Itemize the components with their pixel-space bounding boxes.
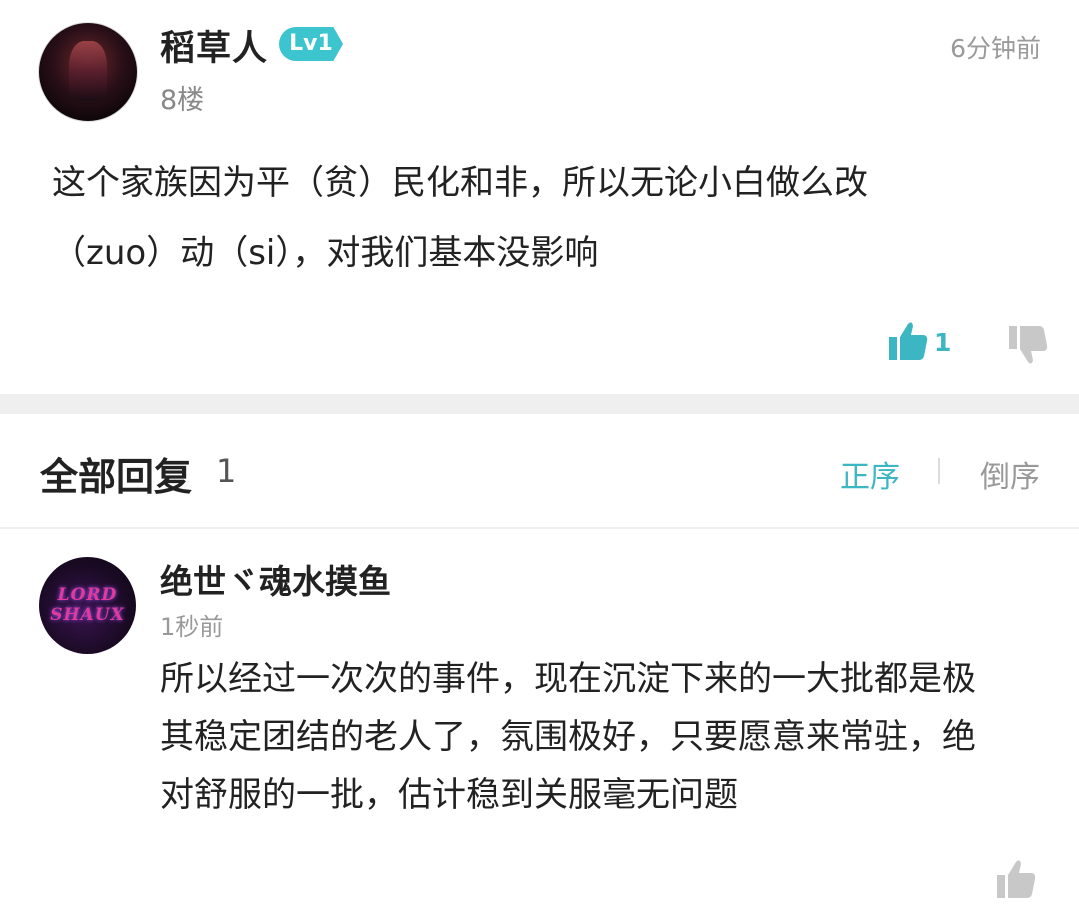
level-badge: Lv1 <box>279 27 343 61</box>
header-divider <box>0 527 1079 529</box>
avatar-logo-text: LORD SHAUX <box>50 585 125 625</box>
sort-descending-button[interactable]: 倒序 <box>980 452 1040 496</box>
post-content-line: （zuo）动（si），对我们基本没影响 <box>52 233 599 273</box>
post-content: 这个家族因为平（贫）民化和非，所以无论小白做么改 （zuo）动（si），对我们基… <box>52 148 952 288</box>
section-divider <box>0 394 1079 414</box>
reply-author-avatar[interactable]: LORD SHAUX <box>39 557 136 654</box>
sort-separator <box>938 458 940 484</box>
reply-content-line: 其稳定团结的老人了，氛围极好，只要愿意来常驻，绝 <box>160 717 976 757</box>
avatar-figure <box>69 41 107 101</box>
post-content-line: 这个家族因为平（贫）民化和非，所以无论小白做么改 <box>52 163 868 203</box>
thumbs-up-icon[interactable] <box>996 858 1036 900</box>
reply-author-name[interactable]: 绝世ヾ魂水摸鱼 <box>160 555 391 603</box>
reply-content-line: 对舒服的一批，估计稳到关服毫无问题 <box>160 775 738 815</box>
post-author-name[interactable]: 稻草人 <box>160 20 268 71</box>
post-author-avatar[interactable] <box>38 22 138 122</box>
floor-number: 8楼 <box>160 85 205 116</box>
thumbs-down-icon[interactable] <box>1008 324 1048 366</box>
thumbs-up-icon[interactable] <box>888 320 928 362</box>
reply-timestamp: 1秒前 <box>160 613 224 641</box>
reply-count: 1 <box>216 452 237 490</box>
reply-content-line: 所以经过一次次的事件，现在沉淀下来的一大批都是极 <box>160 659 976 699</box>
reply-content: 所以经过一次次的事件，现在沉淀下来的一大批都是极 其稳定团结的老人了，氛围极好，… <box>160 650 1040 824</box>
like-count: 1 <box>934 328 952 357</box>
post-timestamp: 6分钟前 <box>950 34 1041 63</box>
all-replies-title: 全部回复 <box>40 455 193 499</box>
sort-ascending-button[interactable]: 正序 <box>840 452 900 496</box>
